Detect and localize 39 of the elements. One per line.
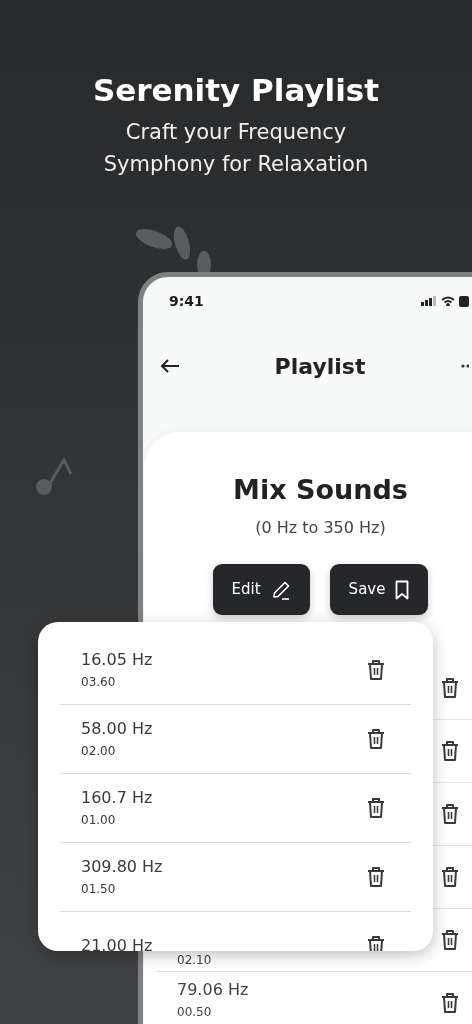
duration-text: 02.10	[177, 952, 212, 968]
action-button[interactable]: Save	[329, 564, 429, 615]
battery-icon	[459, 295, 469, 307]
wifi-icon	[441, 296, 455, 306]
more-icon[interactable]	[461, 364, 469, 368]
trash-icon[interactable]	[441, 677, 459, 699]
headline: Serenity Playlist	[92, 71, 380, 110]
action-button[interactable]: Edit	[212, 564, 310, 615]
status-time: 9:41	[169, 291, 204, 311]
frequency-text: 16.05 Hz	[81, 650, 153, 670]
duration-text: 00.50	[177, 1004, 213, 1020]
duration-text: 02.00	[81, 743, 117, 759]
subtitle: Craft your Frequency Symphony for Relaxation	[102, 119, 370, 178]
frequency-text: 58.00 Hz	[81, 719, 153, 739]
trash-icon[interactable]	[441, 992, 459, 1014]
trash-icon[interactable]	[367, 935, 385, 951]
pencil-icon	[270, 579, 291, 600]
trash-icon[interactable]	[367, 728, 385, 750]
signal-icon	[421, 296, 437, 306]
trash-icon[interactable]	[367, 797, 385, 819]
frequency-range: (0 Hz to 350 Hz)	[255, 517, 386, 539]
duration-text: 01.50	[81, 881, 117, 897]
frequency-text: 309.80 Hz	[81, 857, 163, 877]
frequency-text: 79.06 Hz	[177, 980, 249, 1000]
frequency-text: 21.00 Hz	[81, 936, 153, 951]
music-note-icon	[34, 457, 74, 497]
mix-title: Mix Sounds	[233, 473, 408, 507]
duration-text: 01.00	[81, 812, 117, 828]
trash-icon[interactable]	[441, 929, 459, 951]
trash-icon[interactable]	[367, 866, 385, 888]
page-title: Playlist	[274, 352, 366, 381]
trash-icon[interactable]	[367, 659, 385, 681]
back-arrow-icon[interactable]	[160, 358, 180, 374]
trash-icon[interactable]	[441, 803, 459, 825]
trash-icon[interactable]	[441, 866, 459, 888]
bookmark-icon	[395, 579, 410, 600]
frequency-text: 160.7 Hz	[81, 788, 153, 808]
duration-text: 03.60	[81, 674, 117, 690]
trash-icon[interactable]	[441, 740, 459, 762]
